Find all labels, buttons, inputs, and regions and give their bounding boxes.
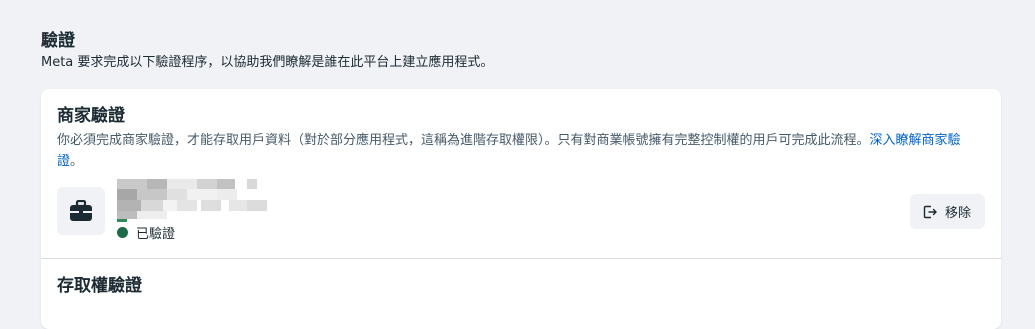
business-verification-section: 商家驗證 你必須完成商家驗證，才能存取用戶資料（對於部分應用程式，這稱為進階存取… <box>57 105 985 172</box>
access-verification-section: 存取權驗證 <box>57 275 985 297</box>
business-verification-description: 你必須完成商家驗證，才能存取用戶資料（對於部分應用程式，這稱為進階存取權限）。只… <box>57 130 977 172</box>
business-verification-title: 商家驗證 <box>57 106 125 126</box>
verified-status-label: 已驗證 <box>136 227 176 242</box>
access-verification-title: 存取權驗證 <box>57 276 142 296</box>
verification-header: 驗證 Meta 要求完成以下驗證程序，以協助我們瞭解是誰在此平台上建立應用程式。 <box>41 30 493 73</box>
section-divider <box>41 258 1001 259</box>
remove-button[interactable]: 移除 <box>909 194 985 229</box>
blurred-business-name <box>117 179 267 223</box>
verification-card: 商家驗證 你必須完成商家驗證，才能存取用戶資料（對於部分應用程式，這稱為進階存取… <box>41 89 1001 329</box>
logout-icon <box>923 205 937 218</box>
description-end: 。 <box>70 154 84 169</box>
verified-status: 已驗證 <box>117 223 175 242</box>
briefcase-icon <box>57 187 105 235</box>
remove-button-label: 移除 <box>944 206 971 221</box>
business-row: 已驗證 移除 <box>57 177 985 247</box>
verified-status-dot <box>117 227 128 238</box>
page-description: Meta 要求完成以下驗證程序，以協助我們瞭解是誰在此平台上建立應用程式。 <box>41 55 494 70</box>
page-title: 驗證 <box>41 31 75 51</box>
business-verification-description-text: 你必須完成商家驗證，才能存取用戶資料（對於部分應用程式，這稱為進階存取權限）。只… <box>57 133 870 148</box>
